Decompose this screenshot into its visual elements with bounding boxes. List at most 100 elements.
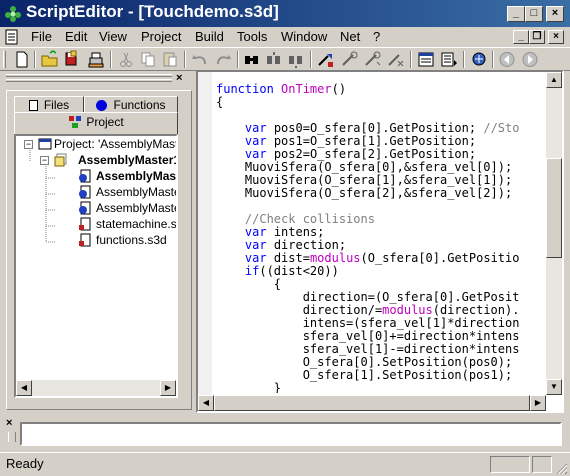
output-pane[interactable] [20,422,562,446]
rebuild-icon[interactable] [363,50,383,69]
menu-view[interactable]: View [99,27,127,47]
save-icon[interactable] [62,50,82,69]
mdi-minimize-button[interactable]: _ [513,30,529,44]
code-token: O_sfera[1].SetPosition(pos1); [216,368,513,382]
cut-icon[interactable] [116,50,136,69]
debug-icon[interactable] [469,50,489,69]
find-icon[interactable] [242,50,262,69]
code-token: var [244,147,267,161]
script-file-icon [79,201,91,215]
code-token: var [244,134,267,148]
output-grip[interactable] [8,432,16,442]
find-previous-icon[interactable] [286,50,306,69]
separator [110,51,112,68]
menu-edit[interactable]: Edit [65,27,87,47]
code-token: OnTimer [281,83,332,96]
code-line[interactable]: { [216,96,223,109]
document-icon[interactable] [4,29,20,45]
tab-project-label: Project [86,115,124,129]
toolbar [0,47,570,71]
tab-project[interactable]: Project [14,112,178,134]
scroll-thumb[interactable] [214,395,530,411]
scroll-right-button[interactable]: ▶ [160,380,176,396]
code-token: MuoviSfera(O_sfera[2],&sfera_vel[2]); [216,186,513,200]
menu-tools[interactable]: Tools [237,27,267,47]
menu-net[interactable]: Net [340,27,360,47]
scroll-left-button[interactable]: ◀ [16,380,32,396]
mdi-restore-button[interactable]: ❐ [529,30,545,44]
build-icon[interactable] [340,50,360,69]
menu-file[interactable]: File [31,27,52,47]
paste-icon[interactable] [160,50,180,69]
menu-help[interactable]: ? [373,27,380,47]
code-token: var [244,225,267,239]
code-token: () [331,83,347,96]
code-token: MuoviSfera(O_sfera[0],&sfera_vel[0]); [216,160,513,174]
forward-icon[interactable] [520,50,540,69]
code-token: var [244,238,267,252]
mdi-close-button[interactable]: × [548,30,564,44]
list-icon[interactable] [439,50,459,69]
editor-vscrollbar[interactable]: ▲ ▼ [546,72,562,395]
menu-project[interactable]: Project [141,27,181,47]
code-token: var [244,121,267,135]
print-icon[interactable] [86,50,106,69]
toolbar-grip[interactable] [3,51,6,68]
minimize-button[interactable]: _ [507,6,525,22]
code-token: dist= [266,251,310,265]
output-close-button[interactable]: × [6,417,16,429]
script-file-icon [79,185,91,199]
code-token: //Check collisions [244,212,375,226]
new-file-icon[interactable] [12,50,32,69]
code-area[interactable]: function OnTimer(){ var pos0=O_sfera[0].… [216,83,544,393]
code-token: direction=(O_sfera[0].GetPosit [216,290,520,304]
maximize-button[interactable]: □ [525,6,543,22]
code-token: sfera_vel[0]+=direction*intens [216,329,520,343]
code-line[interactable]: } [216,382,281,394]
menu-bar: File Edit View Project Build Tools Windo… [0,27,570,47]
scroll-down-button[interactable]: ▼ [546,379,562,395]
collapse-toggle[interactable]: − [40,156,49,165]
status-panel [490,456,530,473]
panel-grip[interactable] [6,79,172,82]
close-button[interactable]: × [546,6,564,22]
compile-icon[interactable] [316,50,336,69]
title-bar[interactable]: ScriptEditor - [Touchdemo.s3d] _ □ × [0,0,570,27]
tree-item-label: AssemblyMast [96,169,178,183]
code-token: direction/= [216,303,383,317]
menu-build[interactable]: Build [195,27,224,47]
collapse-toggle[interactable]: − [24,140,33,149]
copy-icon[interactable] [138,50,158,69]
code-token: //Sto [483,121,520,135]
scroll-right-button[interactable]: ▶ [530,395,546,411]
code-line[interactable]: MuoviSfera(O_sfera[2],&sfera_vel[2]); [216,187,512,200]
panel-close-button[interactable]: × [176,72,186,84]
scroll-thumb[interactable] [546,158,562,258]
back-icon[interactable] [497,50,517,69]
tab-functions-label: Functions [113,98,166,112]
undo-icon[interactable] [190,50,210,69]
editor-hscrollbar[interactable]: ◀ ▶ [198,395,546,411]
scroll-up-button[interactable]: ▲ [546,72,562,88]
tree-item-label: functions.s3d [96,233,167,247]
clean-icon[interactable] [386,50,406,69]
panel-grip[interactable] [6,74,172,77]
tree-item-label: Project: 'AssemblyMaster [54,137,178,151]
tree-hscrollbar[interactable]: ◀ ▶ [16,380,176,396]
resize-grip-icon[interactable] [554,461,568,475]
files-icon [28,100,38,111]
redo-icon[interactable] [213,50,233,69]
find-next-icon[interactable] [264,50,284,69]
project-settings-icon[interactable] [416,50,436,69]
scroll-left-button[interactable]: ◀ [198,395,214,411]
separator [310,51,312,68]
open-folder-icon[interactable] [40,50,60,69]
project-tree[interactable]: − − Project: 'AssemblyMaster AssemblyMas… [14,134,178,398]
code-token: pos2=O_sfera[2].GetPosition; [266,147,477,161]
code-line[interactable]: function OnTimer() [216,83,346,96]
menu-window[interactable]: Window [281,27,327,47]
